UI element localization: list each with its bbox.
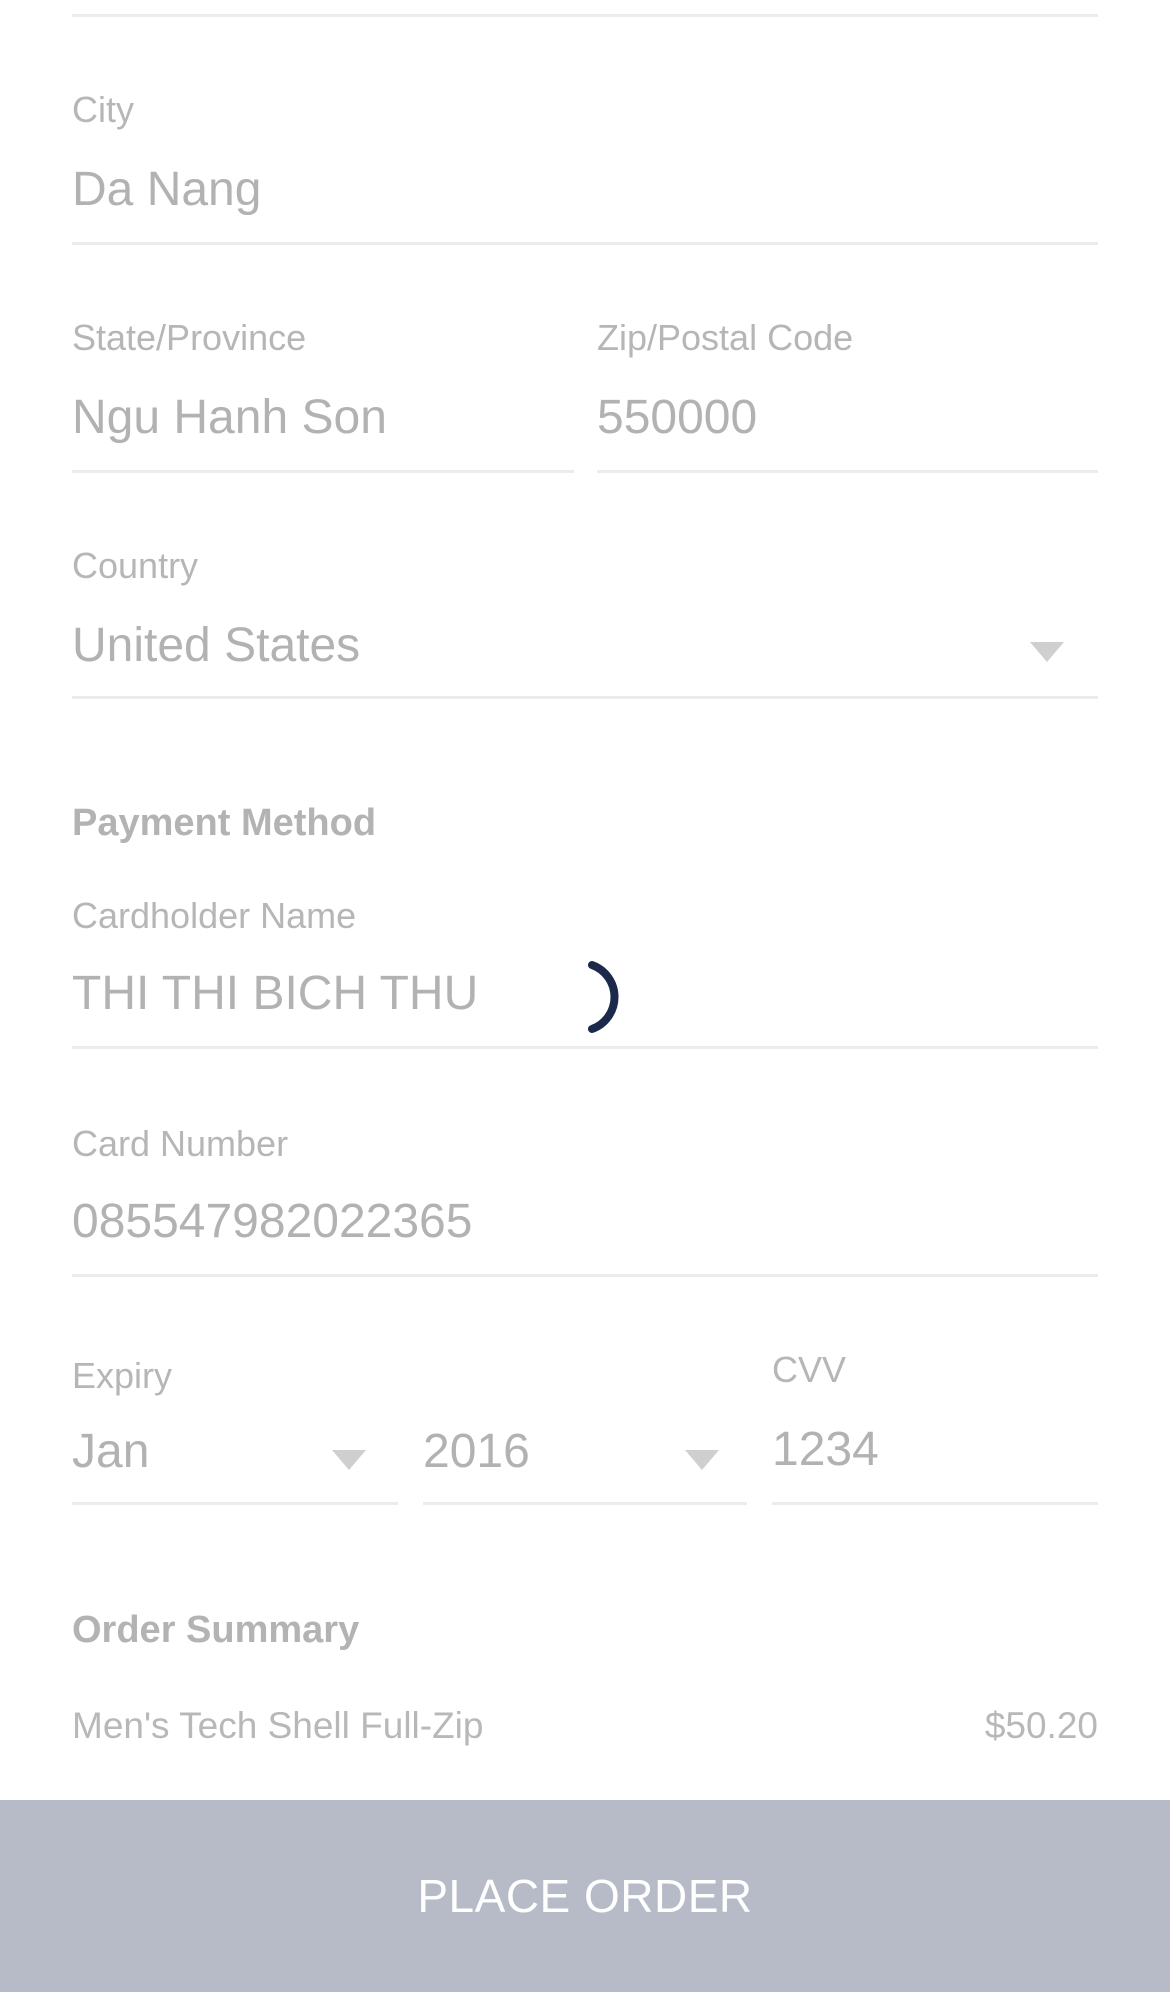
chevron-down-icon [685, 1450, 719, 1470]
cvv-label: CVV [772, 1349, 847, 1390]
payment-method-title: Payment Method [72, 802, 377, 844]
chevron-down-icon [332, 1450, 366, 1470]
state-input[interactable]: Ngu Hanh Son [72, 390, 387, 446]
order-summary-title: Order Summary [72, 1609, 360, 1651]
city-underline [72, 242, 1098, 245]
place-order-button[interactable]: PLACE ORDER [0, 1800, 1170, 1992]
expiry-year-underline [423, 1502, 747, 1505]
state-underline [72, 470, 574, 473]
country-select[interactable]: United States [72, 608, 1098, 698]
cvv-underline [772, 1502, 1098, 1505]
loading-spinner-icon [588, 961, 619, 1033]
state-label: State/Province [72, 317, 307, 358]
cardholder-underline [72, 1046, 1098, 1049]
cardholder-label: Cardholder Name [72, 895, 357, 936]
zip-label: Zip/Postal Code [597, 317, 854, 358]
country-underline [72, 696, 1098, 699]
expiry-month-select[interactable]: Jan [72, 1414, 398, 1504]
country-label: Country [72, 545, 199, 586]
previous-field-underline [72, 14, 1098, 17]
card-number-label: Card Number [72, 1123, 289, 1164]
card-number-input[interactable]: 085547982022365 [72, 1194, 472, 1250]
item-price: $50.20 [984, 1705, 1098, 1746]
zip-underline [597, 470, 1098, 473]
expiry-year-value: 2016 [423, 1425, 530, 1478]
card-number-underline [72, 1274, 1098, 1277]
expiry-label: Expiry [72, 1355, 173, 1396]
cvv-input[interactable]: 1234 [772, 1422, 879, 1478]
expiry-month-underline [72, 1502, 398, 1505]
city-label: City [72, 89, 134, 130]
order-summary-item: Men's Tech Shell Full-Zip $50.20 [72, 1704, 1098, 1750]
city-input[interactable]: Da Nang [72, 162, 261, 218]
chevron-down-icon [1030, 642, 1064, 662]
zip-input[interactable]: 550000 [597, 390, 757, 446]
cardholder-input[interactable]: THI THI BICH THU [72, 966, 478, 1022]
item-name: Men's Tech Shell Full-Zip [72, 1705, 484, 1746]
expiry-year-select[interactable]: 2016 [423, 1414, 747, 1504]
expiry-month-value: Jan [72, 1425, 150, 1478]
country-selected-value: United States [72, 619, 361, 672]
